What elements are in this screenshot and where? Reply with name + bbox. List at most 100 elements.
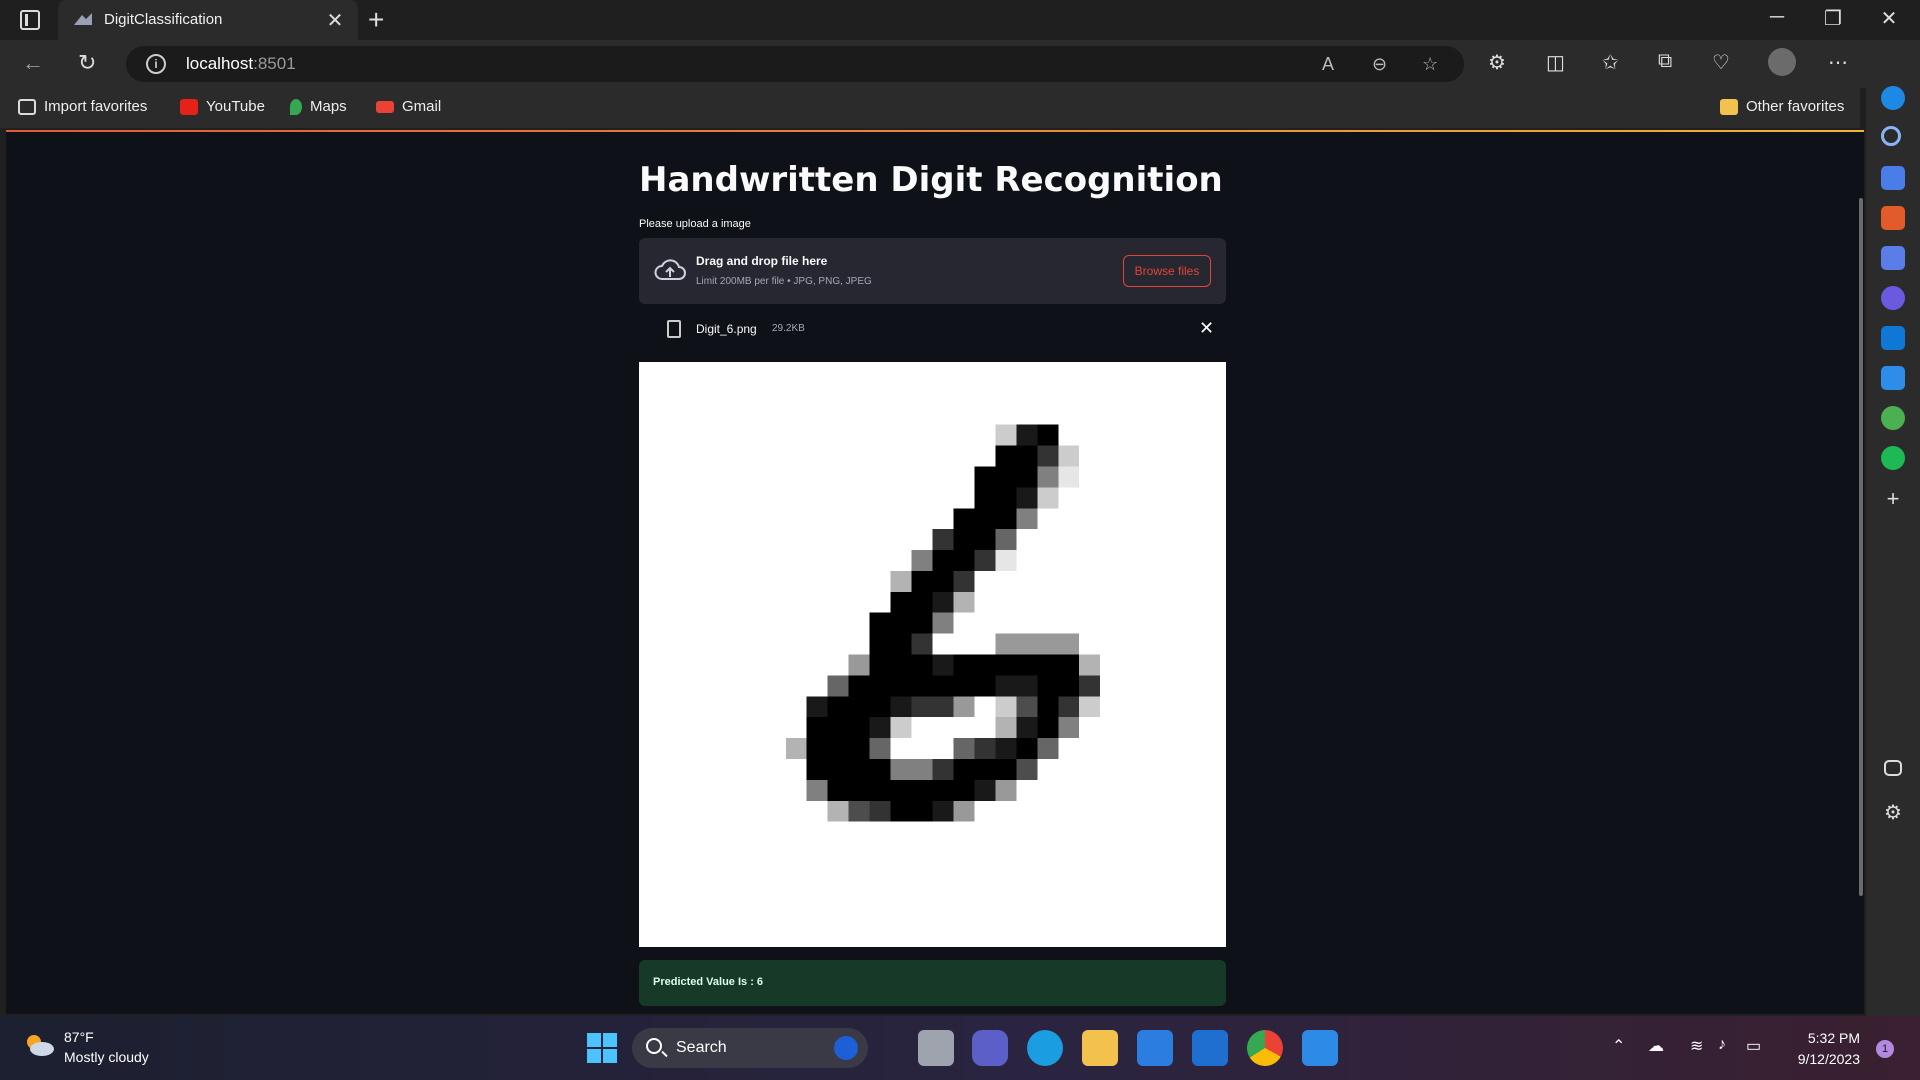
cloud-upload-icon	[654, 259, 686, 280]
tab-close-icon[interactable]: ✕	[324, 8, 346, 33]
gmail-icon	[376, 100, 394, 113]
fav-import[interactable]: Import favorites	[18, 98, 147, 115]
digit-pixel	[890, 717, 912, 739]
weather-temperature[interactable]: 87°F	[64, 1029, 94, 1045]
browse-files-button[interactable]: Browse files	[1123, 255, 1211, 287]
collections-icon[interactable]: ⧉	[1658, 50, 1672, 73]
digit-pixel	[995, 424, 1017, 446]
site-info-icon[interactable]: i	[146, 54, 166, 74]
fav-youtube[interactable]: YouTube	[180, 98, 265, 115]
digit-pixel	[953, 529, 975, 551]
extensions-icon[interactable]: ⚙	[1488, 50, 1506, 75]
wifi-icon[interactable]: ≋	[1690, 1036, 1703, 1056]
remove-file-icon[interactable]: ✕	[1199, 318, 1214, 339]
store-icon[interactable]	[1137, 1030, 1173, 1066]
vscode-icon[interactable]	[1302, 1030, 1338, 1066]
outlook-icon[interactable]	[1881, 326, 1905, 350]
split-screen-icon[interactable]: ◫	[1546, 50, 1565, 75]
fav-gmail[interactable]: Gmail	[376, 98, 441, 115]
clock-date[interactable]: 9/12/2023	[1760, 1051, 1860, 1067]
address-bar[interactable]: i localhost:8501 A ⊖ ☆	[126, 46, 1464, 82]
send-icon[interactable]	[1881, 366, 1905, 390]
battery-icon[interactable]: ▭	[1746, 1036, 1761, 1056]
clock-time[interactable]: 5:32 PM	[1760, 1030, 1860, 1046]
digit-pixel	[1058, 675, 1080, 697]
sidebar-toggle-icon[interactable]	[1884, 760, 1902, 776]
page-scrollbar[interactable]	[1859, 198, 1863, 896]
upload-label: Please upload a image	[639, 218, 751, 230]
chrome-icon[interactable]	[1247, 1030, 1283, 1066]
show-hidden-icons-icon[interactable]: ⌃	[1612, 1036, 1625, 1056]
digit-pixel	[995, 529, 1017, 551]
taskbar-search[interactable]: Search	[632, 1028, 868, 1068]
restore-icon[interactable]: ❐	[1810, 6, 1856, 31]
digit-pixel	[890, 800, 912, 822]
digit-pixel	[1016, 758, 1038, 780]
minimize-icon[interactable]: ─	[1754, 6, 1800, 29]
file-size: 29.2KB	[772, 323, 805, 334]
new-tab-icon[interactable]: +	[368, 4, 384, 36]
notification-badge[interactable]: 1	[1876, 1040, 1894, 1058]
fav-other[interactable]: Other favorites	[1720, 98, 1844, 115]
health-icon[interactable]: ♡	[1712, 50, 1730, 75]
more-menu-icon[interactable]: ⋯	[1828, 50, 1848, 75]
spotify-icon[interactable]	[1881, 446, 1905, 470]
search-icon[interactable]	[1881, 126, 1901, 146]
digit-pixel	[911, 633, 933, 655]
digit-pixel	[890, 591, 912, 613]
onedrive-cloud-icon[interactable]: ☁	[1648, 1036, 1664, 1056]
file-explorer-icon[interactable]	[1082, 1030, 1118, 1066]
favorite-star-icon[interactable]: ☆	[1422, 54, 1438, 75]
prediction-success-box: Predicted Value Is : 6	[639, 960, 1226, 1006]
digit-pixel	[869, 738, 891, 759]
volume-icon[interactable]: ♪	[1718, 1036, 1726, 1054]
close-window-icon[interactable]: ✕	[1866, 6, 1912, 31]
back-icon[interactable]: ←	[22, 50, 44, 76]
fav-maps[interactable]: Maps	[290, 98, 347, 115]
digit-pixel	[911, 591, 933, 613]
url-text[interactable]: localhost:8501	[186, 54, 296, 74]
notifications-icon[interactable]	[1881, 86, 1905, 110]
digit-pixel	[995, 550, 1017, 571]
uploaded-digit-image	[639, 362, 1226, 947]
teams-chat-icon[interactable]	[972, 1030, 1008, 1066]
task-view-icon[interactable]	[918, 1030, 954, 1066]
favorites-icon[interactable]: ✩	[1602, 50, 1619, 75]
file-dropzone[interactable]: Drag and drop file here Limit 200MB per …	[639, 238, 1226, 304]
shopping-icon[interactable]	[1881, 166, 1905, 190]
digit-pixel	[995, 654, 1017, 676]
digit-pixel	[932, 654, 954, 676]
digit-pixel	[932, 800, 954, 822]
digit-pixel	[848, 779, 870, 801]
digit-pixel	[1058, 445, 1080, 467]
refresh-icon[interactable]: ↻	[78, 50, 96, 76]
weather-description[interactable]: Mostly cloudy	[64, 1049, 149, 1065]
profile-avatar[interactable]	[1768, 48, 1796, 76]
digit-pixel	[953, 550, 975, 571]
digit-six-pixels	[785, 424, 1101, 822]
mail-icon[interactable]	[1192, 1030, 1228, 1066]
digit-pixel	[911, 612, 933, 634]
browser-tab[interactable]: DigitClassification ✕	[58, 0, 358, 40]
digit-pixel	[995, 696, 1017, 718]
read-aloud-icon[interactable]: A	[1322, 54, 1334, 75]
digit-pixel	[890, 654, 912, 676]
start-button[interactable]	[584, 1030, 620, 1066]
settings-gear-icon[interactable]: ⚙	[1881, 800, 1905, 824]
digit-pixel	[827, 717, 849, 739]
digit-pixel	[1037, 717, 1059, 739]
digit-pixel	[911, 550, 933, 571]
tab-actions-icon[interactable]	[20, 10, 40, 30]
digit-pixel	[911, 675, 933, 697]
digit-pixel	[869, 779, 891, 801]
digit-pixel	[995, 466, 1017, 488]
zoom-out-icon[interactable]: ⊖	[1372, 54, 1387, 75]
add-icon[interactable]: +	[1881, 488, 1905, 512]
tools-icon[interactable]	[1881, 206, 1905, 230]
tree-icon[interactable]	[1881, 406, 1905, 430]
copilot-app-icon[interactable]	[1881, 286, 1905, 310]
digit-pixel	[1037, 445, 1059, 467]
edge-app-icon[interactable]	[1027, 1030, 1063, 1066]
games-icon[interactable]	[1881, 246, 1905, 270]
digit-pixel	[806, 758, 828, 780]
